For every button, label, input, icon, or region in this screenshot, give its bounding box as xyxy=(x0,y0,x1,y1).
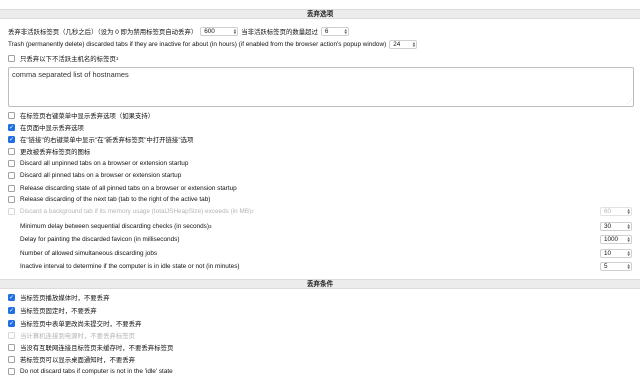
section-header-discard-options: 丢弃选项 xyxy=(0,9,640,19)
stepper-icon[interactable]: ▲ ▼ xyxy=(627,250,630,257)
option-checkbox[interactable] xyxy=(8,136,15,143)
inactive-timeout-label: 丢弃非活跃标签页（几秒之后）（设为 0 即为禁用标签页自动丢弃） xyxy=(8,29,198,36)
option-row[interactable]: Discard all unpinned tabs on a browser o… xyxy=(8,158,188,169)
option-label: 在页面中显示丢弃选项 xyxy=(20,125,84,132)
memory-threshold-label: Discard a background tab if its memory u… xyxy=(20,208,252,215)
numeric-setting-input[interactable]: 1000 ▲ ▼ xyxy=(600,235,632,244)
numeric-setting-row: Minimum delay between sequential discard… xyxy=(20,223,212,230)
option-checkbox[interactable] xyxy=(8,148,15,155)
condition-checkbox[interactable] xyxy=(8,368,15,375)
numeric-setting-row: Number of allowed simultaneous discardin… xyxy=(20,248,157,259)
condition-label: 若标签页可以显示桌面通知时，不要丢弃 xyxy=(20,357,136,364)
option-label: 更改被丢弃标签页的图标 xyxy=(20,149,91,156)
resize-handle-icon[interactable]: ⋰ xyxy=(627,100,632,105)
memory-threshold-checkbox[interactable] xyxy=(8,208,15,215)
option-row[interactable]: 在页面中显示丢弃选项 xyxy=(8,122,84,133)
tab-count-input[interactable]: 6 ▲ ▼ xyxy=(320,27,349,36)
numeric-setting-label: Delay for painting the discarded favicon… xyxy=(20,236,180,243)
option-checkbox[interactable] xyxy=(8,112,15,119)
condition-checkbox[interactable] xyxy=(8,344,15,351)
condition-row[interactable]: 当标签页中表单更改尚未提交时，不要丢弃 xyxy=(8,318,141,329)
option-checkbox[interactable] xyxy=(8,172,15,179)
option-row[interactable]: Discard all pinned tabs on a browser or … xyxy=(8,170,181,181)
condition-label: 当标签页播放媒体时，不要丢弃 xyxy=(20,295,110,302)
option-checkbox[interactable] xyxy=(8,124,15,131)
trash-label: Trash (permanently delete) discarded tab… xyxy=(8,41,387,48)
condition-checkbox[interactable] xyxy=(8,294,15,301)
memory-threshold-row: Discard a background tab if its memory u… xyxy=(8,206,254,217)
option-row[interactable]: 在"链接"的右键菜单中显示"在"新丢弃标签页"中打开链接"选项 xyxy=(8,134,193,145)
condition-row[interactable]: 当没有互联网连接且标签页未缓存时，不要丢弃标签页 xyxy=(8,342,173,353)
numeric-setting-input[interactable]: 10 ▲ ▼ xyxy=(600,249,632,258)
condition-label: Do not discard tabs if computer is not i… xyxy=(20,368,173,375)
option-checkbox[interactable] xyxy=(8,160,15,167)
option-row[interactable]: 在标签页右键菜单中显示丢弃选项（如果支持） xyxy=(8,110,154,121)
numeric-setting-label: Number of allowed simultaneous discardin… xyxy=(20,250,158,257)
hostname-only-row[interactable]: 只丢弃以下不活跃主机名的标签页 1 xyxy=(8,53,118,64)
numeric-setting-value: 30 xyxy=(604,223,612,230)
condition-checkbox[interactable] xyxy=(8,332,15,339)
condition-row[interactable]: 当标签页播放媒体时，不要丢弃 xyxy=(8,292,109,303)
option-checkbox[interactable] xyxy=(8,196,15,203)
stepper-icon[interactable]: ▲ ▼ xyxy=(234,28,237,35)
condition-row[interactable]: 若标签页可以显示桌面通知时，不要丢弃 xyxy=(8,354,135,365)
condition-label: 当没有互联网连接且标签页未缓存时，不要丢弃标签页 xyxy=(20,345,174,352)
stepper-icon[interactable]: ▲ ▼ xyxy=(627,208,630,215)
numeric-setting-input[interactable]: 5 ▲ ▼ xyxy=(600,262,632,271)
numeric-setting-value: 5 xyxy=(604,263,608,270)
inactive-timeout-row: 丢弃非活跃标签页（几秒之后）（设为 0 即为禁用标签页自动丢弃） 600 ▲ ▼ 当… xyxy=(8,26,352,37)
hostname-only-label: 只丢弃以下不活跃主机名的标签页 xyxy=(20,56,116,63)
option-label: Release discarding state of all pinned t… xyxy=(20,185,237,192)
tab-count-label: 当非活跃标签页的数量超过 xyxy=(241,29,318,36)
stepper-icon[interactable]: ▲ ▼ xyxy=(344,28,347,35)
numeric-setting-value: 10 xyxy=(604,250,612,257)
stepper-icon[interactable]: ▲ ▼ xyxy=(627,236,630,243)
stepper-icon[interactable]: ▲ ▼ xyxy=(413,41,416,48)
memory-threshold-input[interactable]: 60 ▲ ▼ xyxy=(600,207,632,216)
hostnames-placeholder: comma separated list of hostnames xyxy=(12,70,129,79)
stepper-icon[interactable]: ▲ ▼ xyxy=(627,223,630,230)
hostname-only-checkbox[interactable] xyxy=(8,55,15,62)
option-label: Release discarding of the next tab (tab … xyxy=(20,196,211,203)
option-row[interactable]: 更改被丢弃标签页的图标 xyxy=(8,146,90,157)
condition-label: 当标签页中表单更改尚未提交时，不要丢弃 xyxy=(20,321,142,328)
numeric-setting-row: Inactive interval to determine if the co… xyxy=(20,261,240,272)
stepper-icon[interactable]: ▲ ▼ xyxy=(627,263,630,270)
numeric-setting-value: 1000 xyxy=(604,236,619,243)
numeric-setting-label: Inactive interval to determine if the co… xyxy=(20,263,240,270)
condition-checkbox[interactable] xyxy=(8,307,15,314)
condition-checkbox[interactable] xyxy=(8,320,15,327)
option-label: 在"链接"的右键菜单中显示"在"新丢弃标签页"中打开链接"选项 xyxy=(20,137,194,144)
numeric-setting-row: Delay for painting the discarded favicon… xyxy=(20,234,180,245)
numeric-setting-input[interactable]: 30 ▲ ▼ xyxy=(600,222,632,231)
option-label: 在标签页右键菜单中显示丢弃选项（如果支持） xyxy=(20,113,155,120)
condition-row[interactable]: 当标签页固定时，不要丢弃 xyxy=(8,305,97,316)
option-label: Discard all unpinned tabs on a browser o… xyxy=(20,160,189,167)
option-row[interactable]: Release discarding of the next tab (tab … xyxy=(8,194,210,205)
numeric-setting-label: Minimum delay between sequential discard… xyxy=(20,223,209,230)
option-row[interactable]: Release discarding state of all pinned t… xyxy=(8,183,237,194)
section-header-discard-conditions: 丢弃条件 xyxy=(0,279,640,289)
inactive-timeout-input[interactable]: 600 ▲ ▼ xyxy=(200,27,239,36)
trash-hours-input[interactable]: 24 ▲ ▼ xyxy=(389,40,418,49)
trash-row: Trash (permanently delete) discarded tab… xyxy=(8,39,420,50)
condition-label: 当标签页固定时，不要丢弃 xyxy=(20,308,97,315)
option-checkbox[interactable] xyxy=(8,185,15,192)
condition-row[interactable]: Do not discard tabs if computer is not i… xyxy=(8,366,173,377)
hostnames-textarea[interactable]: comma separated list of hostnames ⋰ xyxy=(8,67,634,107)
condition-row[interactable]: 当计算机连接到电源时，不要丢弃标签页 xyxy=(8,330,135,341)
option-label: Discard all pinned tabs on a browser or … xyxy=(20,172,182,179)
condition-checkbox[interactable] xyxy=(8,356,15,363)
condition-label: 当计算机连接到电源时，不要丢弃标签页 xyxy=(20,333,136,340)
